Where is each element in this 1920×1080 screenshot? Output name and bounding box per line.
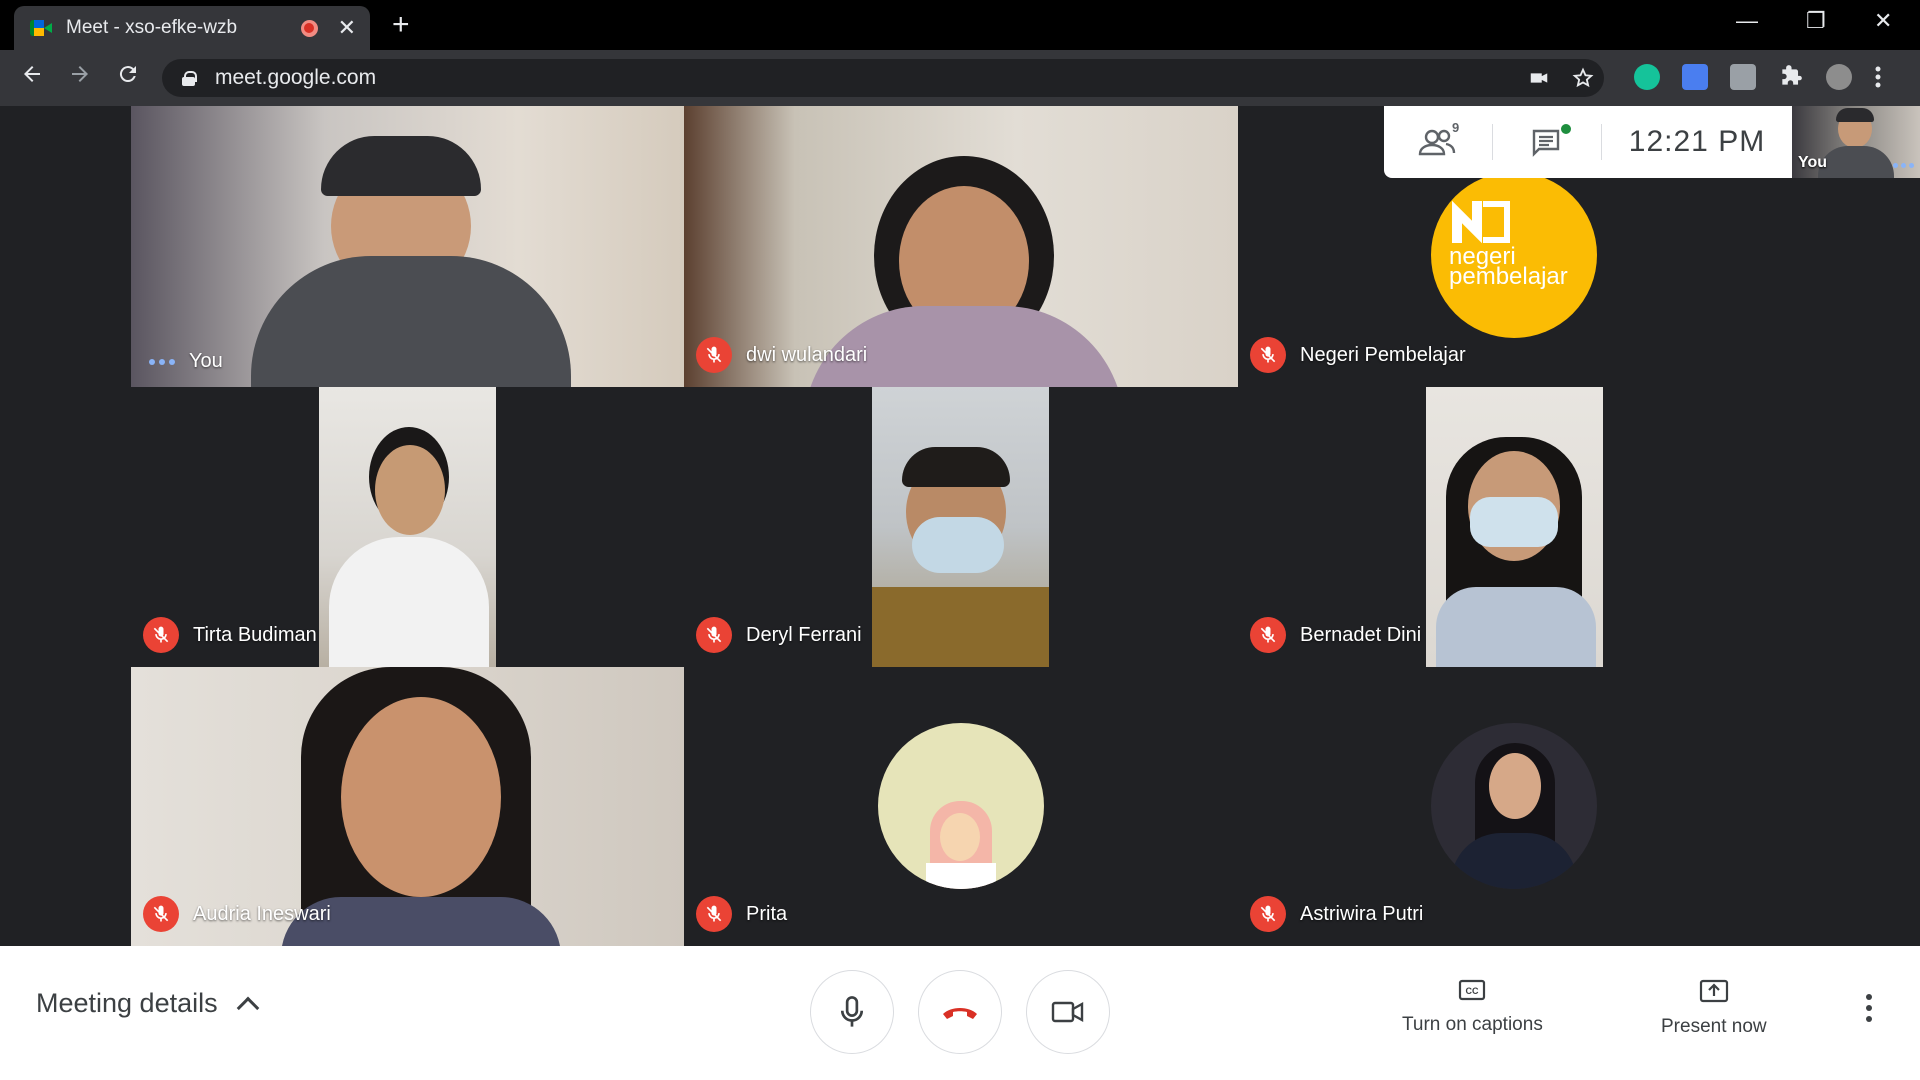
speaking-dots-icon (149, 358, 175, 365)
chevron-up-icon (236, 996, 259, 1019)
browser-tabstrip: Meet - xso-efke-wzb ✕ + — ❐ ✕ (0, 0, 1920, 50)
participant-name: Bernadet Dini (1300, 623, 1422, 646)
mic-muted-icon (696, 617, 732, 653)
participant-avatar (878, 723, 1044, 889)
lock-icon (182, 70, 197, 86)
microphone-button[interactable] (810, 970, 894, 1054)
closed-captions-icon: CC (1459, 979, 1486, 1001)
participant-name: You (189, 350, 223, 372)
participant-name: Tirta Budiman (193, 623, 317, 646)
meet-favicon-icon (30, 18, 52, 38)
participant-tile-astriwira-putri[interactable]: Astriwira Putri (1238, 667, 1791, 946)
captions-button[interactable]: CC Turn on captions (1402, 978, 1543, 1036)
minimize-button[interactable]: — (1736, 8, 1758, 34)
participant-namebar: Prita (696, 896, 787, 932)
chat-button[interactable] (1493, 106, 1601, 178)
participant-namebar: Deryl Ferrani (696, 617, 862, 653)
bookmark-star-icon[interactable] (1572, 67, 1594, 93)
participant-tile-tirta-budiman[interactable]: Tirta Budiman (131, 387, 684, 667)
participant-tile-audria-ineswari[interactable]: Audria Ineswari (131, 667, 684, 946)
calendar-extension-icon[interactable] (1682, 64, 1708, 90)
hang-up-icon (943, 1008, 977, 1019)
tab-title: Meet - xso-efke-wzb (66, 17, 238, 38)
logo-text-line2: pembelajar (1449, 263, 1568, 290)
participant-name: Audria Ineswari (193, 902, 331, 925)
browser-menu-icon[interactable] (1874, 64, 1882, 90)
mic-muted-icon (1250, 896, 1286, 932)
participant-count-badge: 9 (1452, 120, 1460, 135)
present-screen-icon (1699, 979, 1728, 1003)
present-label: Present now (1661, 1016, 1767, 1037)
new-tab-button[interactable]: + (392, 10, 410, 40)
meeting-controls-bar: Meeting details CC Turn on captions Pres… (0, 946, 1920, 1080)
captions-label: Turn on captions (1402, 1014, 1543, 1035)
video-camera-icon (1051, 1001, 1084, 1023)
browser-toolbar: meet.google.com (0, 50, 1920, 106)
participant-namebar: Tirta Budiman (143, 617, 317, 653)
meeting-info-panel: 9 12:21 PM (1384, 106, 1792, 178)
participant-tile-deryl-ferrani[interactable]: Deryl Ferrani (684, 387, 1238, 667)
participant-video (131, 106, 684, 387)
recording-indicator-icon (300, 19, 318, 37)
profile-avatar[interactable] (1826, 64, 1852, 90)
participant-tile-prita[interactable]: Prita (684, 667, 1238, 946)
participant-avatar (1431, 723, 1597, 889)
participant-tile-bernadet-dini[interactable]: Bernadet Dini (1238, 387, 1791, 667)
mic-muted-icon (143, 896, 179, 932)
extension-icon[interactable] (1730, 64, 1756, 90)
puzzle-extensions-icon[interactable] (1778, 64, 1804, 90)
grammarly-extension-icon[interactable] (1634, 64, 1660, 90)
close-window-button[interactable]: ✕ (1874, 8, 1892, 34)
mic-muted-icon (143, 617, 179, 653)
mic-muted-icon (1250, 617, 1286, 653)
address-bar[interactable]: meet.google.com (162, 59, 1604, 97)
meeting-clock: 12:21 PM (1628, 125, 1766, 158)
participant-tile-you[interactable]: You (131, 106, 684, 387)
restore-button[interactable]: ❐ (1806, 8, 1826, 34)
self-view-label: You (1798, 154, 1828, 171)
self-view-more-icon[interactable] (1893, 163, 1914, 168)
forward-button[interactable] (68, 62, 92, 92)
negeri-pembelajar-logo: negeri pembelajar (1431, 172, 1597, 338)
participant-name: Deryl Ferrani (746, 623, 862, 646)
meeting-stage: You dwi wulandari negeri pembelajar Nege… (0, 106, 1920, 946)
mic-muted-icon (696, 337, 732, 373)
camera-in-use-icon[interactable] (1528, 67, 1550, 93)
unread-dot-icon (1561, 124, 1571, 134)
chat-icon (1532, 129, 1560, 157)
participant-name: Prita (746, 902, 788, 925)
participants-button[interactable]: 9 (1384, 106, 1492, 178)
participant-namebar: dwi wulandari (696, 337, 867, 373)
participant-namebar: Negeri Pembelajar (1250, 337, 1466, 373)
participant-name: Astriwira Putri (1300, 902, 1424, 925)
meeting-details-label: Meeting details (36, 988, 218, 1018)
leave-call-button[interactable] (918, 970, 1002, 1054)
mic-muted-icon (1250, 337, 1286, 373)
more-options-icon[interactable] (1866, 994, 1872, 1022)
participant-tile-dwi-wulandari[interactable]: dwi wulandari (684, 106, 1238, 387)
participant-video (319, 387, 496, 667)
participant-name: dwi wulandari (746, 343, 868, 366)
browser-tab[interactable]: Meet - xso-efke-wzb ✕ (14, 6, 370, 50)
meeting-details-button[interactable]: Meeting details (36, 988, 259, 1019)
url-text: meet.google.com (215, 66, 377, 89)
participant-namebar: You (143, 350, 223, 373)
microphone-icon (840, 996, 864, 1027)
participant-video (1426, 387, 1603, 667)
tab-close-icon[interactable]: ✕ (338, 17, 356, 39)
self-view-thumbnail[interactable]: You (1792, 106, 1920, 178)
back-button[interactable] (20, 62, 44, 92)
mic-muted-icon (696, 896, 732, 932)
participant-namebar: Astriwira Putri (1250, 896, 1423, 932)
svg-text:CC: CC (1466, 986, 1479, 996)
participant-video (872, 387, 1049, 667)
participant-namebar: Audria Ineswari (143, 896, 331, 932)
participant-name: Negeri Pembelajar (1300, 343, 1466, 366)
present-now-button[interactable]: Present now (1661, 978, 1767, 1038)
camera-button[interactable] (1026, 970, 1110, 1054)
reload-button[interactable] (116, 62, 140, 92)
participant-namebar: Bernadet Dini (1250, 617, 1421, 653)
